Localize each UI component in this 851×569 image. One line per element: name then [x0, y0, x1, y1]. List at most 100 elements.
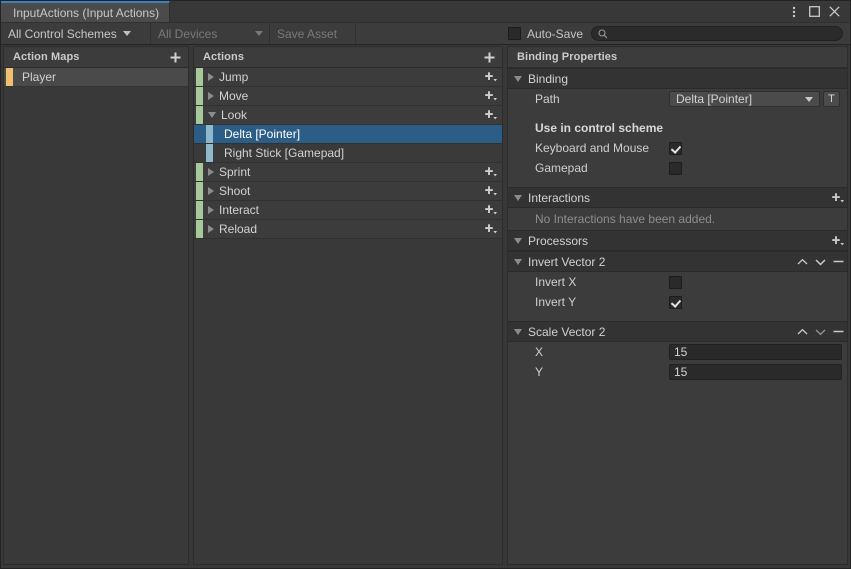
search-input[interactable]	[608, 27, 836, 40]
use-in-control-scheme-label: Use in control scheme	[535, 121, 664, 135]
action-label: Shoot	[219, 184, 251, 198]
action-row-move[interactable]: Move	[194, 87, 502, 106]
add-binding-plus-icon[interactable]	[480, 68, 502, 86]
path-text-mode-button[interactable]: T	[823, 91, 840, 107]
move-up-icon[interactable]	[793, 323, 811, 341]
spacer-row	[508, 312, 847, 321]
spacer-row	[508, 109, 847, 118]
chevron-down-icon[interactable]	[514, 194, 522, 201]
auto-save-checkbox[interactable]	[507, 27, 521, 40]
invert-y-row: Invert Y	[508, 292, 847, 312]
scale-y-input[interactable]: 15	[669, 364, 842, 380]
add-processor-plus-icon[interactable]	[829, 232, 847, 250]
action-accent	[196, 201, 203, 219]
input-actions-window: InputActions (Input Actions) All Control…	[0, 0, 851, 569]
remove-processor-icon[interactable]	[829, 323, 847, 341]
binding-properties-body: Binding Path Delta [Pointer] T Use in co…	[508, 68, 847, 564]
remove-processor-icon[interactable]	[829, 253, 847, 271]
action-row-interact[interactable]: Interact	[194, 201, 502, 220]
chevron-right-icon[interactable]	[208, 73, 214, 81]
chevron-down-icon[interactable]	[514, 258, 522, 265]
actions-title: Actions	[203, 51, 245, 63]
binding-section-body: Path Delta [Pointer] T Use in control sc…	[508, 89, 847, 187]
panes-container: Action Maps Player Actions Jump Move Loo…	[1, 45, 850, 568]
chevron-down-icon	[255, 31, 263, 36]
chevron-right-icon[interactable]	[208, 168, 214, 176]
maximize-icon[interactable]	[804, 2, 824, 22]
save-asset-button[interactable]: Save Asset	[270, 23, 356, 44]
chevron-down-icon	[805, 96, 813, 102]
chevron-right-icon[interactable]	[208, 92, 214, 100]
add-binding-plus-icon[interactable]	[480, 182, 502, 200]
section-processors[interactable]: Processors	[508, 230, 847, 251]
path-dropdown[interactable]: Delta [Pointer]	[669, 91, 820, 107]
section-processors-title: Processors	[528, 233, 589, 248]
control-scheme-label: Keyboard and Mouse	[535, 141, 650, 155]
scale-y-row: Y 15	[508, 362, 847, 382]
use-in-control-scheme-row: Use in control scheme	[508, 118, 847, 138]
gamepad-checkbox[interactable]	[669, 161, 682, 175]
toolbar: All Control Schemes All Devices Save Ass…	[1, 22, 850, 45]
auto-save-label: Auto-Save	[526, 26, 583, 41]
invert-y-checkbox[interactable]	[669, 295, 682, 309]
move-down-icon[interactable]	[811, 253, 829, 271]
action-label: Move	[219, 89, 249, 103]
scale-x-label: X	[535, 345, 544, 359]
processor-header-invert-vector-2[interactable]: Invert Vector 2	[508, 251, 847, 272]
add-action-map-plus-icon[interactable]	[166, 48, 184, 66]
chevron-down-icon	[122, 31, 131, 36]
action-accent	[196, 68, 203, 86]
scale-x-input[interactable]: 15	[669, 344, 842, 360]
path-label: Path	[535, 92, 560, 106]
action-row-sprint[interactable]: Sprint	[194, 163, 502, 182]
action-map-accent	[6, 68, 13, 86]
devices-dropdown[interactable]: All Devices	[151, 23, 270, 44]
invert-x-label: Invert X	[535, 275, 577, 289]
action-row-reload[interactable]: Reload	[194, 220, 502, 239]
add-binding-plus-icon[interactable]	[480, 87, 502, 105]
kebab-menu-icon[interactable]	[784, 2, 804, 22]
invert-x-checkbox[interactable]	[669, 275, 682, 289]
chevron-down-icon[interactable]	[514, 237, 522, 244]
chevron-right-icon[interactable]	[208, 206, 214, 214]
search-field[interactable]	[591, 26, 843, 41]
properties-empty-fill	[508, 391, 847, 564]
close-icon[interactable]	[824, 2, 844, 22]
title-bar-spacer	[170, 1, 784, 22]
chevron-right-icon[interactable]	[208, 225, 214, 233]
processor-header-scale-vector-2[interactable]: Scale Vector 2	[508, 321, 847, 342]
control-scheme-label: Gamepad	[535, 161, 588, 175]
chevron-down-icon[interactable]	[514, 328, 522, 335]
add-binding-plus-icon[interactable]	[480, 163, 502, 181]
toolbar-spacer	[356, 23, 504, 44]
save-asset-label: Save Asset	[277, 26, 338, 41]
section-interactions-title: Interactions	[528, 190, 591, 205]
action-row-jump[interactable]: Jump	[194, 68, 502, 87]
tab-inputactions[interactable]: InputActions (Input Actions)	[1, 1, 171, 22]
add-binding-plus-icon[interactable]	[480, 220, 502, 238]
action-row-shoot[interactable]: Shoot	[194, 182, 502, 201]
action-accent	[196, 87, 203, 105]
action-accent	[196, 220, 203, 238]
chevron-right-icon[interactable]	[208, 187, 214, 195]
section-binding[interactable]: Binding	[508, 68, 847, 89]
move-down-icon[interactable]	[811, 323, 829, 341]
chevron-down-icon[interactable]	[208, 112, 216, 118]
binding-label: Right Stick [Gamepad]	[224, 146, 345, 160]
auto-save-toggle[interactable]: Auto-Save	[503, 23, 591, 44]
binding-label: Delta [Pointer]	[224, 127, 301, 141]
section-interactions[interactable]: Interactions	[508, 187, 847, 208]
processor-title: Invert Vector 2	[528, 254, 606, 269]
binding-row-right-stick-gamepad[interactable]: Right Stick [Gamepad]	[194, 144, 502, 163]
action-map-item-player[interactable]: Player	[4, 68, 188, 87]
add-action-plus-icon[interactable]	[480, 48, 498, 66]
add-interaction-plus-icon[interactable]	[829, 189, 847, 207]
action-row-look[interactable]: Look	[194, 106, 502, 125]
add-binding-plus-icon[interactable]	[480, 201, 502, 219]
chevron-down-icon[interactable]	[514, 75, 522, 82]
move-up-icon[interactable]	[793, 253, 811, 271]
binding-row-delta-pointer[interactable]: Delta [Pointer]	[194, 125, 502, 144]
control-schemes-dropdown[interactable]: All Control Schemes	[1, 23, 151, 44]
add-binding-plus-icon[interactable]	[480, 106, 502, 124]
keyboard-mouse-checkbox[interactable]	[669, 141, 682, 155]
